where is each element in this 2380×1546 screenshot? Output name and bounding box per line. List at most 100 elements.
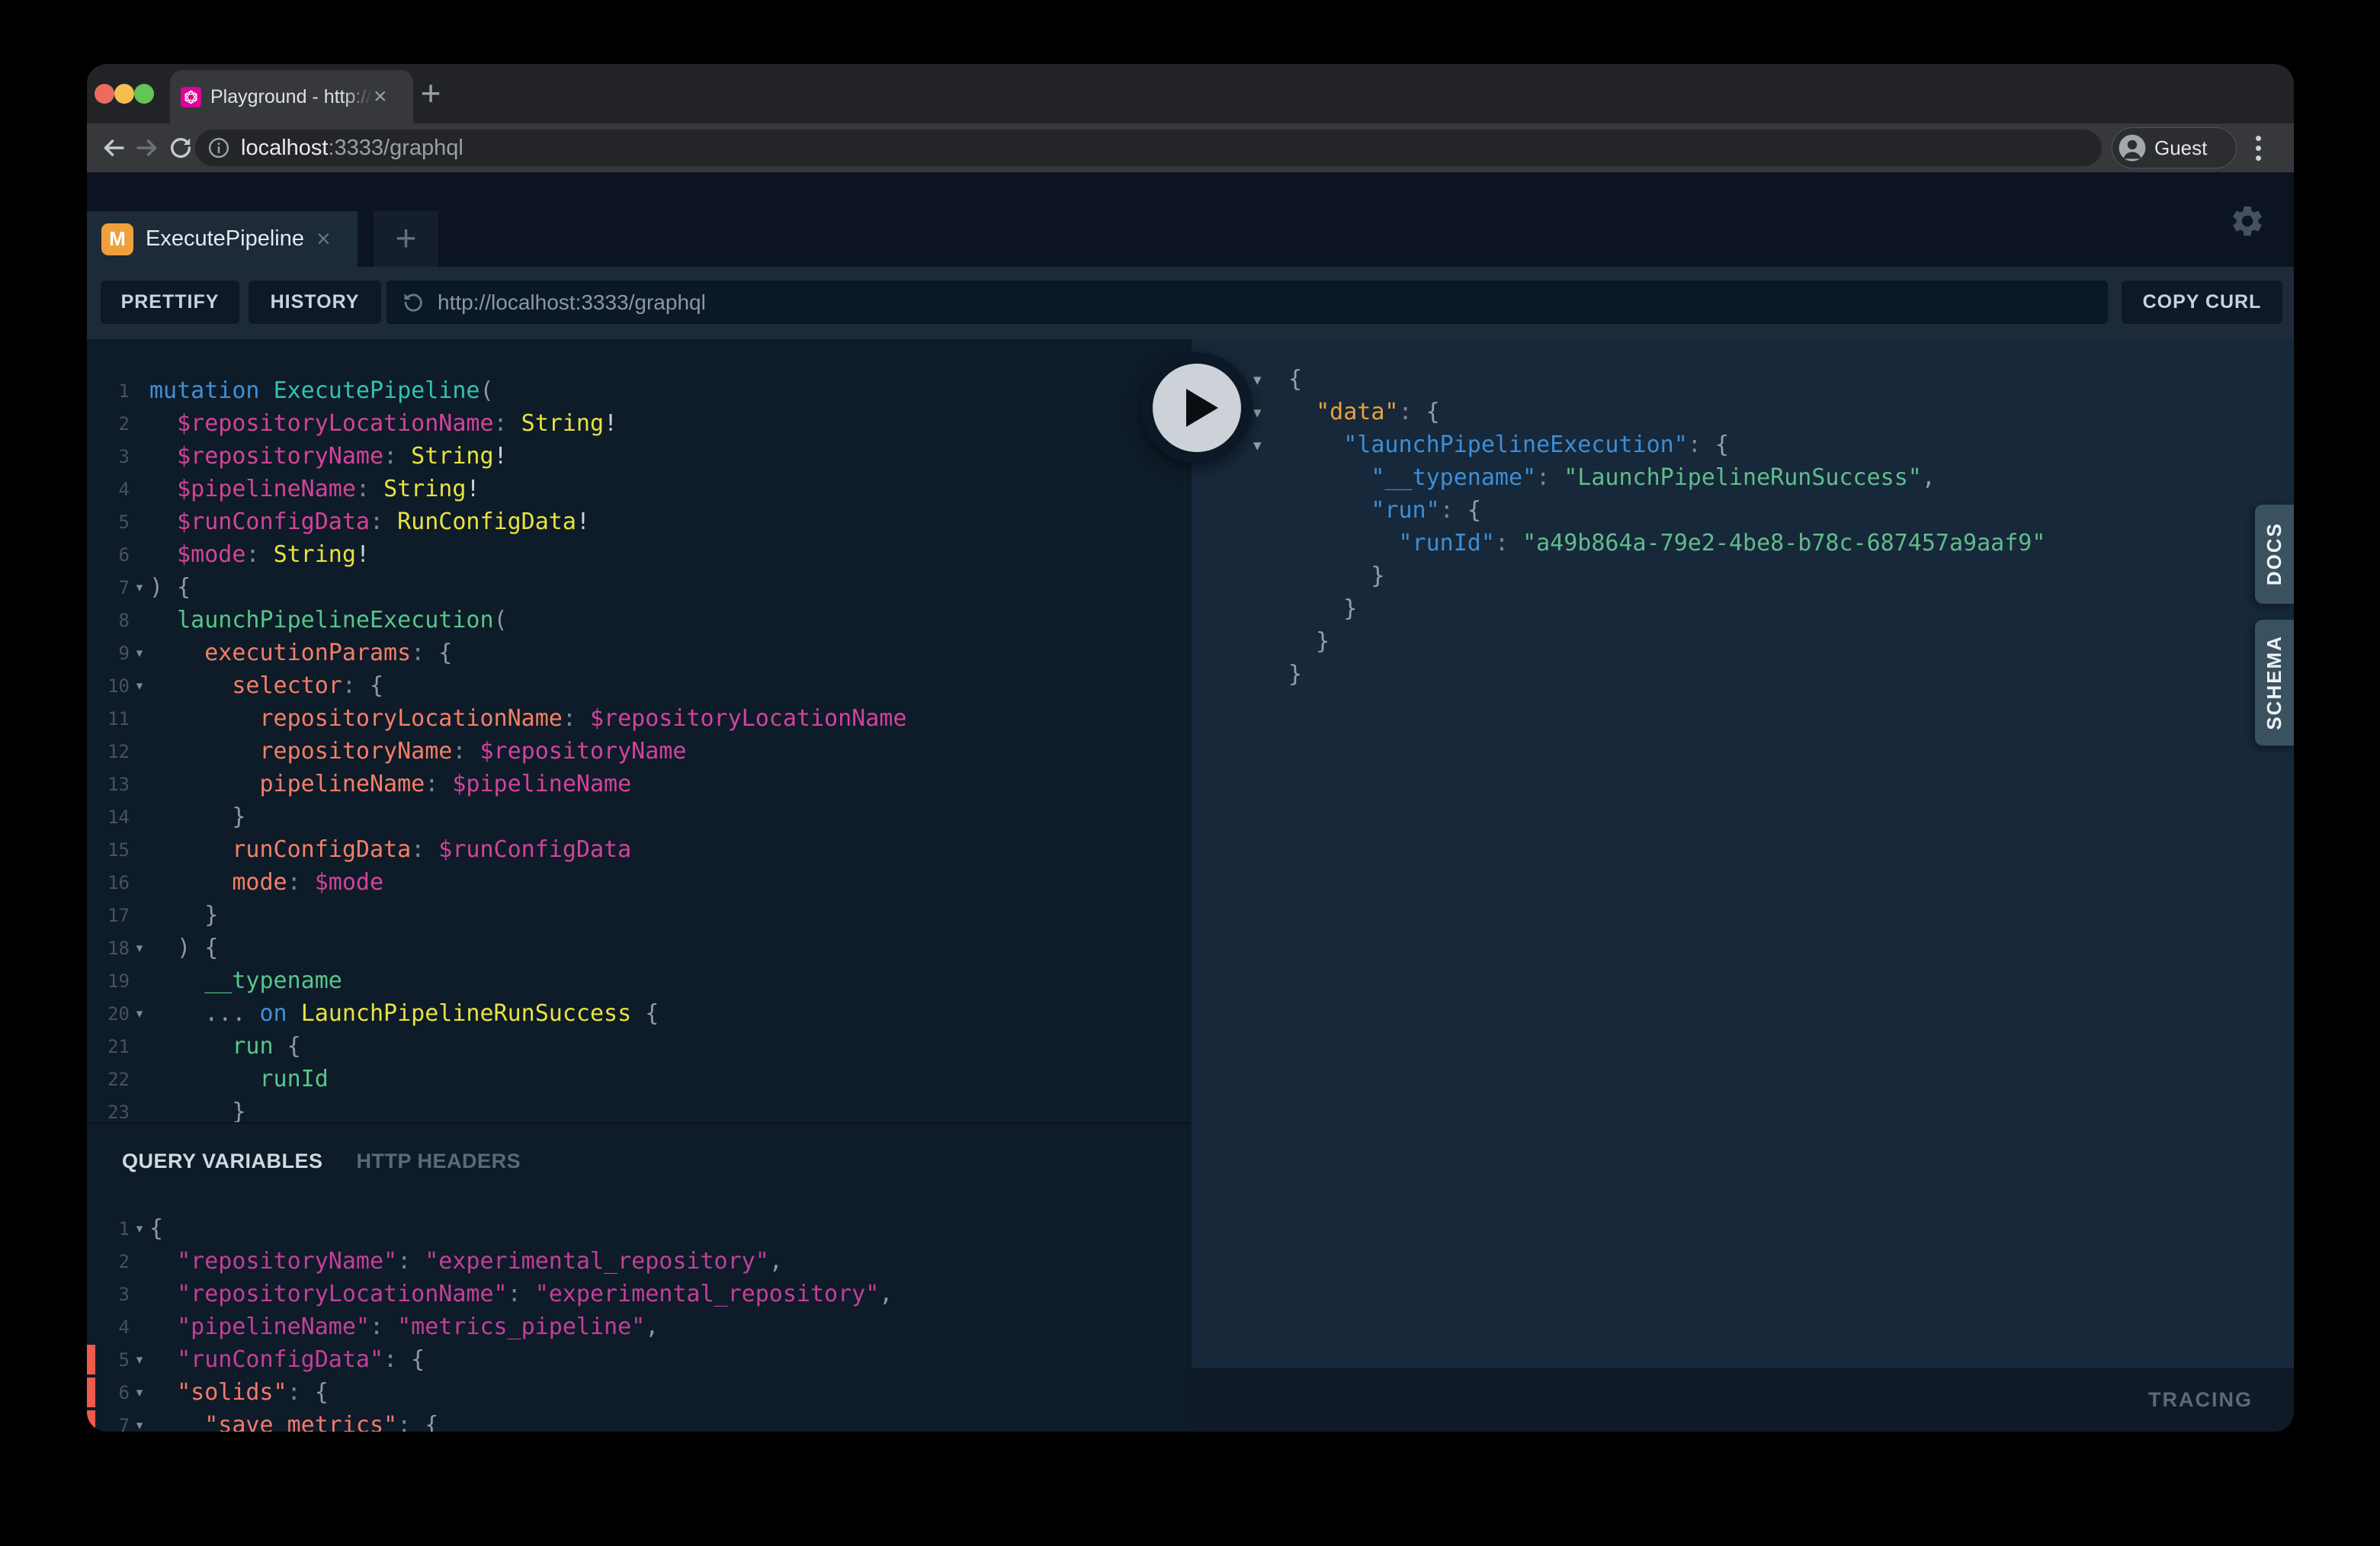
profile-button[interactable]: Guest — [2112, 127, 2237, 168]
tracing-toggle[interactable]: TRACING — [1192, 1368, 2294, 1432]
code-line: 8 launchPipelineExecution( — [87, 604, 1192, 637]
browser-tab[interactable]: Playground - http://localhost:3 × — [170, 70, 413, 123]
docs-side-tab[interactable]: DOCS — [2255, 505, 2294, 604]
code-line: 1mutation ExecutePipeline( — [87, 374, 1192, 407]
site-info-icon[interactable] — [207, 136, 230, 159]
graphql-playground: M ExecutePipeline × + PRETTIFY HISTORY C… — [87, 172, 2294, 1432]
error-marker — [87, 1345, 95, 1374]
code-line: } — [1250, 560, 2294, 592]
code-text: repositoryLocationName: $repositoryLocat… — [149, 702, 906, 735]
code-line: 16 mode: $mode — [87, 866, 1192, 899]
code-line: 5▾ "runConfigData": { — [87, 1343, 1192, 1376]
variables-panel: QUERY VARIABLES HTTP HEADERS 1▾{2 "repos… — [87, 1122, 1192, 1432]
code-text: } — [1288, 658, 1302, 691]
code-text: repositoryName: $repositoryName — [149, 735, 686, 768]
line-number: 1 — [87, 380, 130, 402]
code-line: 10▾ selector: { — [87, 669, 1192, 702]
collapse-triangle-icon[interactable]: ▾ — [1250, 436, 1288, 454]
tracing-label: TRACING — [2148, 1388, 2253, 1412]
execute-query-button[interactable] — [1141, 352, 1253, 463]
fold-arrow-icon[interactable]: ▾ — [130, 580, 149, 595]
code-line: 2 $repositoryLocationName: String! — [87, 407, 1192, 440]
code-text: $runConfigData: RunConfigData! — [149, 505, 590, 538]
variables-editor[interactable]: 1▾{2 "repositoryName": "experimental_rep… — [87, 1212, 1192, 1432]
code-text: $mode: String! — [149, 538, 370, 571]
fold-arrow-icon[interactable]: ▾ — [130, 1418, 149, 1432]
profile-label: Guest — [2154, 136, 2207, 160]
browser-menu-icon[interactable] — [2244, 132, 2272, 164]
fold-arrow-icon[interactable]: ▾ — [130, 1352, 149, 1368]
line-number: 18 — [87, 938, 130, 959]
new-session-tab-button[interactable]: + — [374, 211, 438, 267]
code-line: ▾ "data": { — [1250, 396, 2294, 428]
code-text: ... on LaunchPipelineRunSuccess { — [149, 997, 659, 1030]
error-marker — [87, 1410, 95, 1432]
endpoint-field[interactable] — [387, 281, 2108, 324]
forward-icon[interactable] — [130, 130, 165, 165]
prettify-button[interactable]: PRETTIFY — [101, 281, 239, 324]
code-text: "solids": { — [149, 1376, 329, 1409]
history-button[interactable]: HISTORY — [249, 281, 381, 324]
code-text: $pipelineName: String! — [149, 473, 480, 505]
fold-arrow-icon[interactable]: ▾ — [130, 646, 149, 661]
browser-tab-close-icon[interactable]: × — [374, 85, 387, 108]
code-text: pipelineName: $pipelineName — [149, 768, 631, 800]
code-text: "run": { — [1288, 494, 1481, 527]
collapse-triangle-icon[interactable]: ▾ — [1250, 403, 1288, 422]
code-text: runConfigData: $runConfigData — [149, 833, 631, 866]
code-line: 3 $repositoryName: String! — [87, 440, 1192, 473]
fold-arrow-icon[interactable]: ▾ — [130, 678, 149, 694]
browser-tab-title: Playground - http://localhost:3 — [210, 86, 372, 108]
code-text: executionParams: { — [149, 637, 452, 669]
line-number: 16 — [87, 872, 130, 893]
code-line: 11 repositoryLocationName: $repositoryLo… — [87, 702, 1192, 735]
query-editor-pane[interactable]: 1mutation ExecutePipeline(2 $repositoryL… — [87, 339, 1192, 1432]
response-pane: ▾{▾ "data": {▾ "launchPipelineExecution"… — [1192, 339, 2294, 1432]
fold-arrow-icon[interactable]: ▾ — [130, 941, 149, 956]
close-window-button[interactable] — [95, 84, 114, 104]
url-text: localhost:3333/graphql — [241, 136, 463, 161]
line-number: 14 — [87, 807, 130, 828]
code-text: "launchPipelineExecution": { — [1288, 428, 1729, 461]
tab-http-headers[interactable]: HTTP HEADERS — [357, 1150, 521, 1173]
code-line: 4 "pipelineName": "metrics_pipeline", — [87, 1310, 1192, 1343]
browser-new-tab-button[interactable]: + — [410, 72, 451, 114]
zoom-window-button[interactable] — [134, 84, 154, 104]
code-line: 7▾) { — [87, 571, 1192, 604]
fold-arrow-icon[interactable]: ▾ — [130, 1006, 149, 1022]
endpoint-input[interactable] — [436, 290, 2040, 316]
line-number: 4 — [87, 479, 130, 500]
line-number: 10 — [87, 675, 130, 697]
url-bar[interactable]: localhost:3333/graphql — [195, 130, 2102, 166]
line-number: 1 — [87, 1218, 130, 1240]
line-number: 5 — [87, 512, 130, 533]
reload-icon[interactable] — [163, 130, 198, 165]
line-number: 2 — [87, 1251, 130, 1272]
back-icon[interactable] — [96, 130, 131, 165]
copy-curl-button[interactable]: COPY CURL — [2122, 281, 2282, 324]
code-line: 3 "repositoryLocationName": "experimenta… — [87, 1278, 1192, 1310]
line-number: 7 — [87, 577, 130, 598]
session-tab-close-icon[interactable]: × — [316, 225, 331, 253]
fold-arrow-icon[interactable]: ▾ — [130, 1385, 149, 1400]
minimize-window-button[interactable] — [114, 84, 134, 104]
code-line: ▾{ — [1250, 363, 2294, 396]
code-line: } — [1250, 658, 2294, 691]
fold-arrow-icon[interactable]: ▾ — [130, 1221, 149, 1236]
schema-side-tab[interactable]: SCHEMA — [2255, 620, 2294, 746]
code-text: mode: $mode — [149, 866, 383, 899]
session-tab-executepipeline[interactable]: M ExecutePipeline × — [87, 211, 358, 267]
settings-gear-icon[interactable] — [2229, 203, 2266, 239]
code-line: "__typename": "LaunchPipelineRunSuccess"… — [1250, 461, 2294, 494]
code-text: launchPipelineExecution( — [149, 604, 508, 637]
code-text: } — [1288, 592, 1357, 625]
code-text: "data": { — [1288, 396, 1440, 428]
code-text: ) { — [149, 571, 191, 604]
code-text: "runConfigData": { — [149, 1343, 425, 1376]
tab-query-variables[interactable]: QUERY VARIABLES — [122, 1150, 323, 1173]
playground-toolbar: PRETTIFY HISTORY COPY CURL — [87, 267, 2294, 339]
collapse-triangle-icon[interactable]: ▾ — [1250, 370, 1288, 389]
code-line: ▾ "launchPipelineExecution": { — [1250, 428, 2294, 461]
code-text: __typename — [149, 964, 342, 997]
query-editor[interactable]: 1mutation ExecutePipeline(2 $repositoryL… — [87, 339, 1192, 1122]
